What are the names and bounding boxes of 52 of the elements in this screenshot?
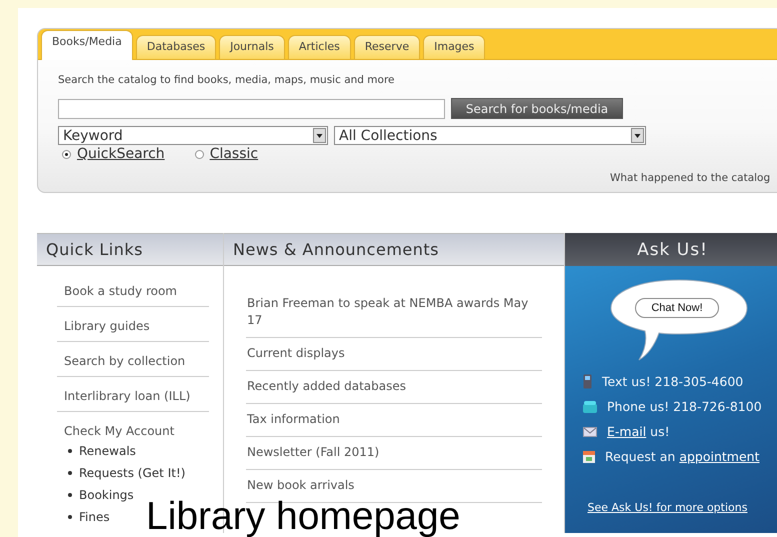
bullet-icon bbox=[68, 493, 72, 497]
mode-link[interactable]: Classic bbox=[210, 146, 258, 162]
dropdown-value: Keyword bbox=[63, 128, 123, 144]
tab[interactable]: Articles bbox=[288, 35, 351, 59]
search-field[interactable] bbox=[58, 98, 445, 118]
calendar-icon bbox=[583, 450, 595, 462]
contact-text: Phone us! 218-726-8100 bbox=[607, 399, 762, 414]
more-options-link[interactable]: See Ask Us! for more options bbox=[565, 501, 777, 514]
news-item[interactable]: Newsletter (Fall 2011) bbox=[247, 444, 542, 461]
tab[interactable]: Reserve bbox=[354, 35, 420, 59]
search-button[interactable]: Search for books/media bbox=[451, 98, 623, 119]
bullet-icon bbox=[68, 515, 72, 519]
contact-text: Request an appointment bbox=[605, 449, 760, 464]
contact-link[interactable]: appointment bbox=[679, 449, 760, 464]
catalog-link[interactable]: What happened to the catalog bbox=[610, 172, 770, 184]
telephone-icon bbox=[583, 400, 597, 412]
chat-now-button[interactable]: Chat Now! bbox=[635, 298, 719, 318]
envelope-icon bbox=[583, 426, 597, 436]
collection-dropdown[interactable]: All Collections bbox=[334, 126, 646, 145]
account-link[interactable]: Renewals bbox=[79, 444, 136, 458]
contact-text: Text us! 218-305-4600 bbox=[602, 374, 744, 389]
bullet-icon bbox=[68, 449, 72, 453]
quick-link[interactable]: Interlibrary loan (ILL) bbox=[57, 385, 209, 412]
quick-link[interactable]: Library guides bbox=[57, 315, 209, 342]
quick-link[interactable]: Book a study room bbox=[57, 280, 209, 307]
quick-link[interactable]: Search by collection bbox=[57, 350, 209, 377]
search-description: Search the catalog to find books, media, maps, music and more bbox=[58, 74, 396, 86]
bullet-icon bbox=[68, 471, 72, 475]
news-item[interactable]: Recently added databases bbox=[247, 378, 542, 395]
column-heading: Quick Links bbox=[37, 233, 223, 266]
news-item[interactable]: New book arrivals bbox=[247, 477, 542, 494]
tab[interactable]: Journals bbox=[219, 35, 285, 59]
mobile-phone-icon bbox=[583, 374, 592, 389]
contact-link[interactable]: E-mail bbox=[607, 424, 646, 439]
radio-button[interactable] bbox=[62, 150, 71, 158]
news-item[interactable]: Brian Freeman to speak at NEMBA awards May 17 bbox=[247, 295, 542, 329]
dropdown-value: All Collections bbox=[339, 128, 438, 144]
news-item[interactable]: Tax information bbox=[247, 411, 542, 428]
tab[interactable]: Databases bbox=[136, 35, 216, 59]
account-link[interactable]: Requests (Get It!) bbox=[79, 466, 186, 480]
tab[interactable]: Images bbox=[423, 35, 486, 59]
tab[interactable]: Books/Media bbox=[41, 30, 133, 60]
column-heading: News & Announcements bbox=[224, 233, 564, 266]
search-type-dropdown[interactable]: Keyword bbox=[58, 126, 328, 145]
contact-text: E-mail us! bbox=[607, 424, 670, 439]
ask-us-heading: Ask Us! bbox=[565, 233, 777, 266]
radio-button[interactable] bbox=[194, 150, 204, 158]
mode-link[interactable]: QuickSearch bbox=[77, 146, 165, 162]
account-link[interactable]: Fines bbox=[79, 510, 110, 524]
news-item[interactable]: Current displays bbox=[247, 345, 542, 362]
quick-link[interactable]: Check My Account bbox=[57, 420, 209, 446]
account-link[interactable]: Bookings bbox=[79, 488, 134, 502]
